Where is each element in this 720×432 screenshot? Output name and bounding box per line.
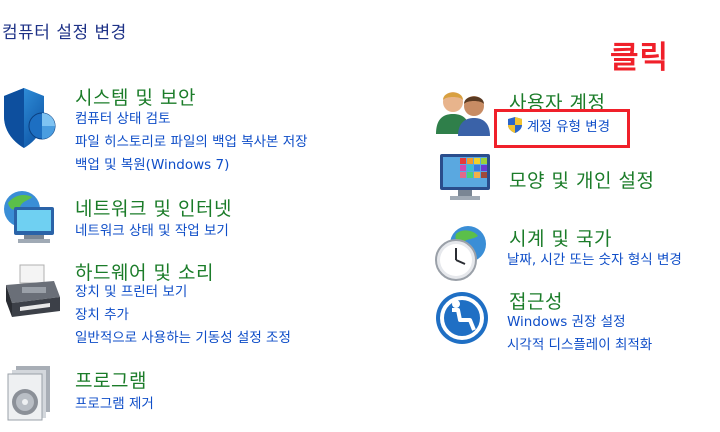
link-backup-restore[interactable]: 백업 및 복원(Windows 7) (75, 154, 308, 177)
link-mobility-settings[interactable]: 일반적으로 사용하는 기동성 설정 조정 (75, 327, 291, 350)
category-title-clock-region[interactable]: 시계 및 국가 (509, 224, 612, 251)
monitor-palette-icon (438, 152, 494, 202)
click-annotation: 클릭 (610, 40, 670, 76)
category-title-ease-of-access[interactable]: 접근성 (509, 287, 563, 314)
link-add-device[interactable]: 장치 추가 (75, 304, 291, 327)
programs-disc-icon (6, 364, 54, 422)
network-globe-icon (2, 185, 58, 247)
link-devices-printers[interactable]: 장치 및 프린터 보기 (75, 281, 291, 304)
link-network-status[interactable]: 네트워크 상태 및 작업 보기 (75, 220, 229, 243)
link-optimize-visual-display[interactable]: 시각적 디스플레이 최적화 (507, 334, 652, 357)
link-change-date-format[interactable]: 날짜, 시간 또는 숫자 형식 변경 (507, 249, 682, 272)
link-windows-recommended-settings[interactable]: Windows 권장 설정 (507, 311, 652, 334)
category-title-system-security[interactable]: 시스템 및 보안 (75, 83, 196, 110)
printer-icon (2, 263, 62, 321)
highlight-box (494, 109, 630, 148)
category-title-appearance[interactable]: 모양 및 개인 설정 (509, 166, 654, 193)
category-title-network[interactable]: 네트워크 및 인터넷 (75, 194, 232, 221)
shield-icon (2, 86, 58, 150)
page-title: 컴퓨터 설정 변경 (2, 23, 127, 43)
clock-globe-icon (434, 224, 494, 282)
users-icon (436, 88, 492, 136)
link-file-history[interactable]: 파일 히스토리로 파일의 백업 복사본 저장 (75, 131, 308, 154)
link-uninstall-program[interactable]: 프로그램 제거 (75, 393, 154, 416)
ease-of-access-icon (434, 290, 490, 346)
link-review-computer-status[interactable]: 컴퓨터 상태 검토 (75, 108, 308, 131)
category-title-programs[interactable]: 프로그램 (75, 366, 147, 393)
